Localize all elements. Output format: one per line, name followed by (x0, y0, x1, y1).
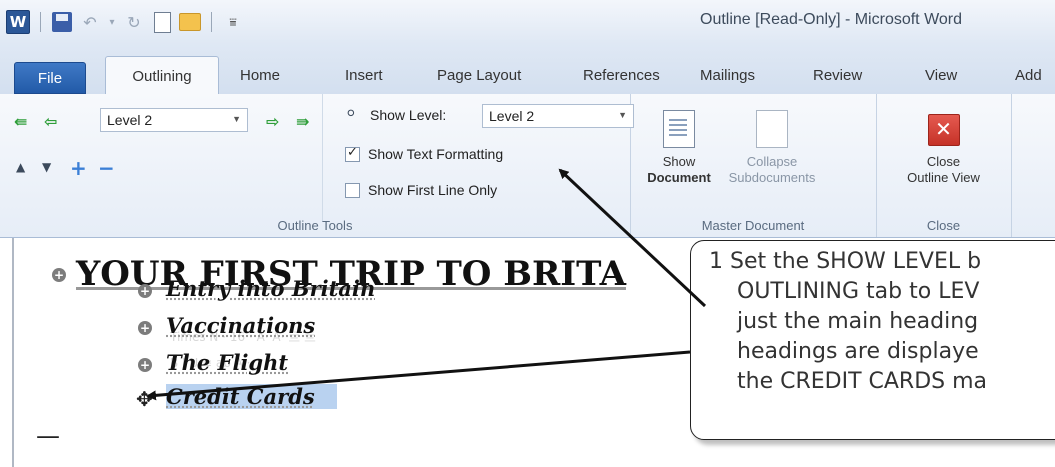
undo-icon[interactable]: ↶ (79, 11, 101, 33)
show-document-line2: Document (647, 170, 711, 185)
heading-2-item[interactable]: The Flight (166, 350, 288, 375)
word-window: W ↶ ▾ ↻ ⩸ Outline [Read-Only] - Microsof… (0, 0, 1055, 467)
close-icon: ✕ (927, 114, 960, 146)
word-logo-icon[interactable]: W (6, 10, 30, 34)
instruction-callout: 1 Set the SHOW LEVEL b OUTLINING tab to … (690, 240, 1055, 440)
move-cursor-icon: ✥ (136, 387, 153, 411)
chevron-down-icon: ▼ (618, 110, 627, 120)
heading-2-item-selected[interactable]: Credit Cards (166, 384, 337, 409)
tab-page-layout[interactable]: Page Layout (437, 56, 521, 94)
collapse-line2: Subdocuments (728, 170, 816, 185)
callout-line: just the main heading (737, 309, 979, 334)
promote-icon[interactable]: ⇦ (44, 112, 57, 131)
collapse-icon[interactable]: − (98, 156, 115, 180)
show-document-line1: Show (662, 154, 696, 169)
page-left-border (12, 238, 14, 467)
close-line2: Outline View (907, 170, 980, 185)
collapse-line1: Collapse (746, 154, 798, 169)
redo-icon[interactable]: ↻ (123, 11, 145, 33)
master-document-label: Master Document (701, 218, 805, 233)
show-level-icon: ⚪ (345, 106, 357, 122)
close-line1: Close (926, 154, 961, 169)
qat-separator (211, 12, 212, 32)
outline-expand-icon[interactable]: + (52, 268, 66, 282)
collapse-subdocuments-button[interactable]: Collapse Subdocuments (722, 110, 822, 186)
customize-qat-icon[interactable]: ⩸ (222, 11, 244, 33)
ribbon: ⇚ ⇦ Level 2 ▼ ⇨ ⇛ ▲ ▼ + − ⚪ Show Level: … (0, 94, 1055, 238)
expand-icon[interactable]: + (70, 156, 87, 180)
title-bar: W ↶ ▾ ↻ ⩸ Outline [Read-Only] - Microsof… (0, 0, 1055, 45)
show-level-select[interactable]: Level 2 ▼ (482, 104, 634, 128)
outline-expand-icon[interactable]: + (138, 321, 152, 335)
quick-access-toolbar: W ↶ ▾ ↻ ⩸ (6, 8, 244, 36)
checkbox-checked-icon (345, 144, 360, 162)
qat-separator (40, 12, 41, 32)
subdocument-icon (756, 110, 788, 148)
heading-2-item[interactable]: Vaccinations (166, 313, 315, 338)
move-up-icon[interactable]: ▲ (16, 160, 25, 174)
save-icon[interactable] (51, 11, 73, 33)
outline-level-select[interactable]: Level 2 ▼ (100, 108, 248, 132)
ribbon-tabs: File Outlining Home Insert Page Layout R… (0, 44, 1055, 96)
outline-tools-group: ⇚ ⇦ Level 2 ▼ ⇨ ⇛ ▲ ▼ + − ⚪ Show Level: … (0, 94, 634, 237)
demote-to-body-text-icon[interactable]: ⇛ (296, 112, 309, 131)
heading-2-item[interactable]: Entry into Britain (166, 276, 375, 301)
new-document-icon[interactable] (151, 11, 173, 33)
group-divider (322, 94, 323, 222)
show-document-button[interactable]: Show Document (644, 110, 714, 186)
demote-icon[interactable]: ⇨ (266, 112, 279, 131)
show-level-value: Level 2 (489, 108, 535, 124)
tab-review[interactable]: Review (813, 56, 862, 94)
end-of-document-mark: — (36, 422, 60, 450)
chevron-down-icon: ▼ (232, 114, 241, 124)
callout-line: 1 Set the SHOW LEVEL b (709, 249, 982, 274)
show-text-formatting-label: Show Text Formatting (368, 146, 504, 162)
close-group: ✕ Close Outline View Close (876, 94, 1012, 237)
tab-insert[interactable]: Insert (345, 56, 383, 94)
outline-expand-icon[interactable]: + (138, 284, 152, 298)
selected-text: Credit Cards (166, 384, 337, 409)
tab-view[interactable]: View (925, 56, 957, 94)
callout-line: OUTLINING tab to LEV (737, 279, 980, 304)
callout-line: headings are displaye (737, 339, 979, 364)
show-first-line-only-label: Show First Line Only (368, 182, 498, 198)
tab-outlining[interactable]: Outlining (105, 56, 219, 96)
window-title: Outline [Read-Only] - Microsoft Word (700, 11, 963, 28)
tab-file[interactable]: File (14, 62, 86, 94)
checkbox-unchecked-icon (345, 182, 360, 198)
outline-level-value: Level 2 (107, 112, 153, 128)
callout-line: the CREDIT CARDS ma (737, 369, 988, 394)
tab-mailings[interactable]: Mailings (700, 56, 755, 94)
document-icon (663, 110, 695, 148)
master-document-group: Show Document Collapse Subdocuments Mast… (630, 94, 877, 237)
outline-tools-label: Outline Tools (277, 218, 353, 233)
show-first-line-only-checkbox[interactable]: Show First Line Only (345, 182, 497, 198)
tab-add-ins[interactable]: Add (1015, 56, 1042, 94)
undo-dropdown-icon[interactable]: ▾ (107, 11, 117, 33)
tab-references[interactable]: References (583, 56, 660, 94)
promote-to-heading1-icon[interactable]: ⇚ (14, 112, 27, 131)
close-outline-view-button[interactable]: ✕ Close Outline View (876, 110, 1011, 186)
show-level-label: Show Level: (370, 107, 447, 123)
move-down-icon[interactable]: ▼ (42, 160, 51, 174)
tab-home[interactable]: Home (240, 56, 280, 94)
show-text-formatting-checkbox[interactable]: Show Text Formatting (345, 144, 504, 162)
close-group-label: Close (926, 218, 961, 233)
outline-expand-icon[interactable]: + (138, 358, 152, 372)
open-folder-icon[interactable] (179, 11, 201, 33)
